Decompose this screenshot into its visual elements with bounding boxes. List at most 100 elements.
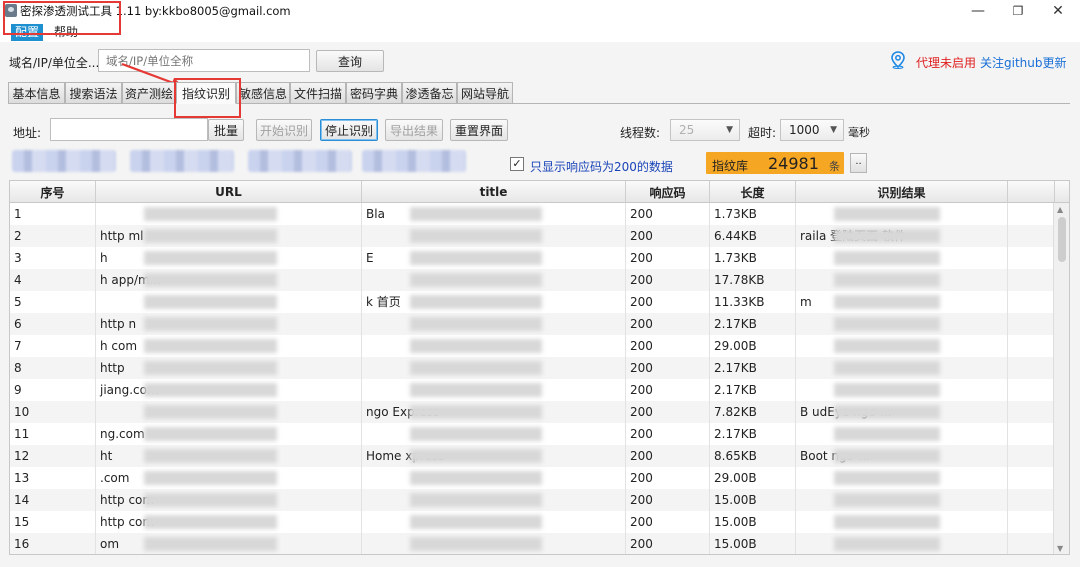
redaction-blur [409,339,542,353]
menu-bar: 配置 帮助 [0,22,1080,42]
timeout-select[interactable]: 1000 ▼ [780,119,844,141]
scroll-down-icon[interactable]: ▼ [1057,544,1063,553]
column-header-index[interactable]: 序号 [10,181,96,203]
cell-title: ngo Express [362,401,626,423]
table-row[interactable]: 3 h E 200 1.73KB [10,247,1054,269]
export-results-button[interactable]: 导出结果 [385,119,443,141]
cell-index: 4 [10,269,96,291]
table-row[interactable]: 12htHome xpress2008.65KBBoot ngo-... [10,445,1054,467]
redaction-blur [834,449,941,463]
redacted-button[interactable] [130,150,234,172]
table-row[interactable]: 15 http com 200 15.00B [10,511,1054,533]
tab-search-syntax[interactable]: 搜索语法 [65,82,122,104]
table-row[interactable]: 9 jiang.com 200 2.17KB [10,379,1054,401]
cell-result: m [796,291,1008,313]
tab-file-scan[interactable]: 文件扫描 [290,82,346,104]
cell-index: 12 [10,445,96,467]
cell-index: 10 [10,401,96,423]
cell-url: .com [96,467,362,489]
redacted-button[interactable] [248,150,352,172]
cell-index: 7 [10,335,96,357]
redaction-blur [409,515,542,529]
redaction-blur [409,383,542,397]
cell-index: 9 [10,379,96,401]
cell-length: 1.73KB [710,247,796,269]
cell-url: h com [96,335,362,357]
table-row[interactable]: 4h app/m... 200 17.78KB [10,269,1054,291]
cell-length: 2.17KB [710,357,796,379]
cell-index: 3 [10,247,96,269]
address-label: 地址: [13,126,42,140]
table-row[interactable]: 11 ng.com 200 2.17KB [10,423,1054,445]
redaction-blur [409,405,542,419]
cell-length: 17.78KB [710,269,796,291]
cell-index: 5 [10,291,96,313]
redaction-blur [409,361,542,375]
redaction-blur [409,471,542,485]
cell-length: 2.17KB [710,379,796,401]
table-row[interactable]: 8 http 200 2.17KB [10,357,1054,379]
tab-pentest-memo[interactable]: 渗透备忘 [402,82,457,104]
cell-title [362,379,626,401]
maximize-button[interactable]: ❐ [998,0,1038,22]
tab-sensitive-info[interactable]: 敏感信息 [236,82,290,104]
start-recognition-button[interactable]: 开始识别 [256,119,312,141]
fingerprint-library-count: 24981 [768,154,819,173]
cell-index: 8 [10,357,96,379]
column-header-url[interactable]: URL [96,181,362,203]
cell-url [96,203,362,225]
table-row[interactable]: 16 om 200 15.00B [10,533,1054,554]
table-row[interactable]: 10 ngo Express2007.82KBB udEye ngo-... [10,401,1054,423]
threads-select[interactable]: 25 ▼ [670,119,740,141]
query-button[interactable]: 查询 [316,50,384,72]
column-header-length[interactable]: 长度 [710,181,796,203]
redaction-blur [834,471,941,485]
only-200-checkbox[interactable]: ✓ [510,157,524,171]
redaction-blur [143,515,277,529]
table-row[interactable]: 1 Bla 200 1.73KB [10,203,1054,225]
minimize-button[interactable]: — [958,0,998,22]
table-row[interactable]: 5 k 首页 200 11.33KB m [10,291,1054,313]
table-scrollbar[interactable]: ▲ ▼ [1053,203,1069,554]
address-input[interactable] [50,118,208,141]
github-link[interactable]: 关注github更新 [980,54,1067,71]
cell-title [362,489,626,511]
cell-title: Bla [362,203,626,225]
more-button[interactable]: .. [850,153,867,173]
table-row[interactable]: 7h com 200 29.00B [10,335,1054,357]
cell-status-code: 200 [626,401,710,423]
column-header-result[interactable]: 识别结果 [796,181,1008,203]
redaction-blur [143,295,277,309]
redacted-button[interactable] [12,150,116,172]
cell-length: 6.44KB [710,225,796,247]
table-row[interactable]: 14 http com 200 15.00B [10,489,1054,511]
table-row[interactable]: 2http ml 2006.44KBraila 登陆页面 软件 [10,225,1054,247]
redaction-blur [143,207,277,221]
cell-url: http [96,357,362,379]
tab-site-nav[interactable]: 网站导航 [457,82,513,104]
table-row[interactable]: 13 .com 200 29.00B [10,467,1054,489]
redacted-button[interactable] [362,150,466,172]
scroll-up-icon[interactable]: ▲ [1057,205,1063,214]
cell-result [796,489,1008,511]
cell-length: 15.00B [710,489,796,511]
scrollbar-thumb[interactable] [1058,217,1066,262]
cell-title: Home xpress [362,445,626,467]
batch-button[interactable]: 批量 [208,119,244,141]
proxy-status-link[interactable]: 代理未启用 [916,54,976,71]
timeout-value: 1000 [789,123,820,137]
tab-asset-mapping[interactable]: 资产测绘 [122,82,176,104]
redaction-blur [834,515,941,529]
table-row[interactable]: 6 http n 200 2.17KB [10,313,1054,335]
cell-title [362,225,626,247]
cell-url: ht [96,445,362,467]
tab-basic-info[interactable]: 基本信息 [8,82,65,104]
column-header-status-code[interactable]: 响应码 [626,181,710,203]
column-header-title[interactable]: title [362,181,626,203]
stop-recognition-button[interactable]: 停止识别 [320,119,378,141]
cell-status-code: 200 [626,247,710,269]
tab-password-dict[interactable]: 密码字典 [346,82,402,104]
cell-title: k 首页 [362,291,626,313]
reset-view-button[interactable]: 重置界面 [450,119,508,141]
close-button[interactable]: ✕ [1038,0,1078,22]
